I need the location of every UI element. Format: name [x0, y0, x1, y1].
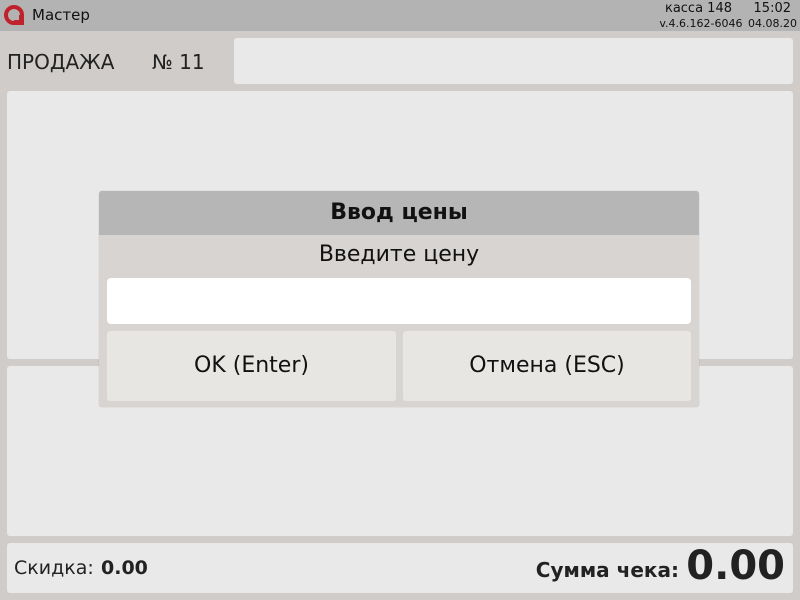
price-entry-dialog: Ввод цены Введите цену OK (Enter) Отмена…: [99, 191, 699, 407]
cashier-logo-icon: [4, 5, 24, 25]
sale-info-field: [234, 38, 793, 84]
discount-label: Скидка:: [14, 557, 94, 579]
dialog-title: Ввод цены: [330, 200, 468, 225]
discount-value: 0.00: [101, 557, 148, 579]
receipt-total-label: Сумма чека:: [535, 558, 679, 582]
ok-button[interactable]: OK (Enter): [107, 331, 396, 401]
cancel-button[interactable]: Отмена (ESC): [403, 331, 691, 401]
title-bar: Мастер касса 148 15:02 v.4.6.162-6046 04…: [0, 0, 800, 31]
app-title: Мастер: [32, 6, 90, 24]
version-info: v.4.6.162-6046 04.08.20: [659, 17, 797, 30]
price-input[interactable]: [107, 278, 691, 324]
dialog-header: Ввод цены: [99, 191, 699, 235]
sale-title: ПРОДАЖА: [7, 50, 115, 74]
dialog-prompt: Введите цену: [318, 242, 480, 267]
receipt-total-value: 0.00: [686, 543, 785, 589]
clock: 15:02: [753, 1, 791, 16]
receipt-number: № 11: [152, 50, 205, 74]
totals-bar: Скидка: 0.00 Сумма чека: 0.00: [7, 543, 793, 593]
register-number: касса 148: [664, 1, 732, 16]
